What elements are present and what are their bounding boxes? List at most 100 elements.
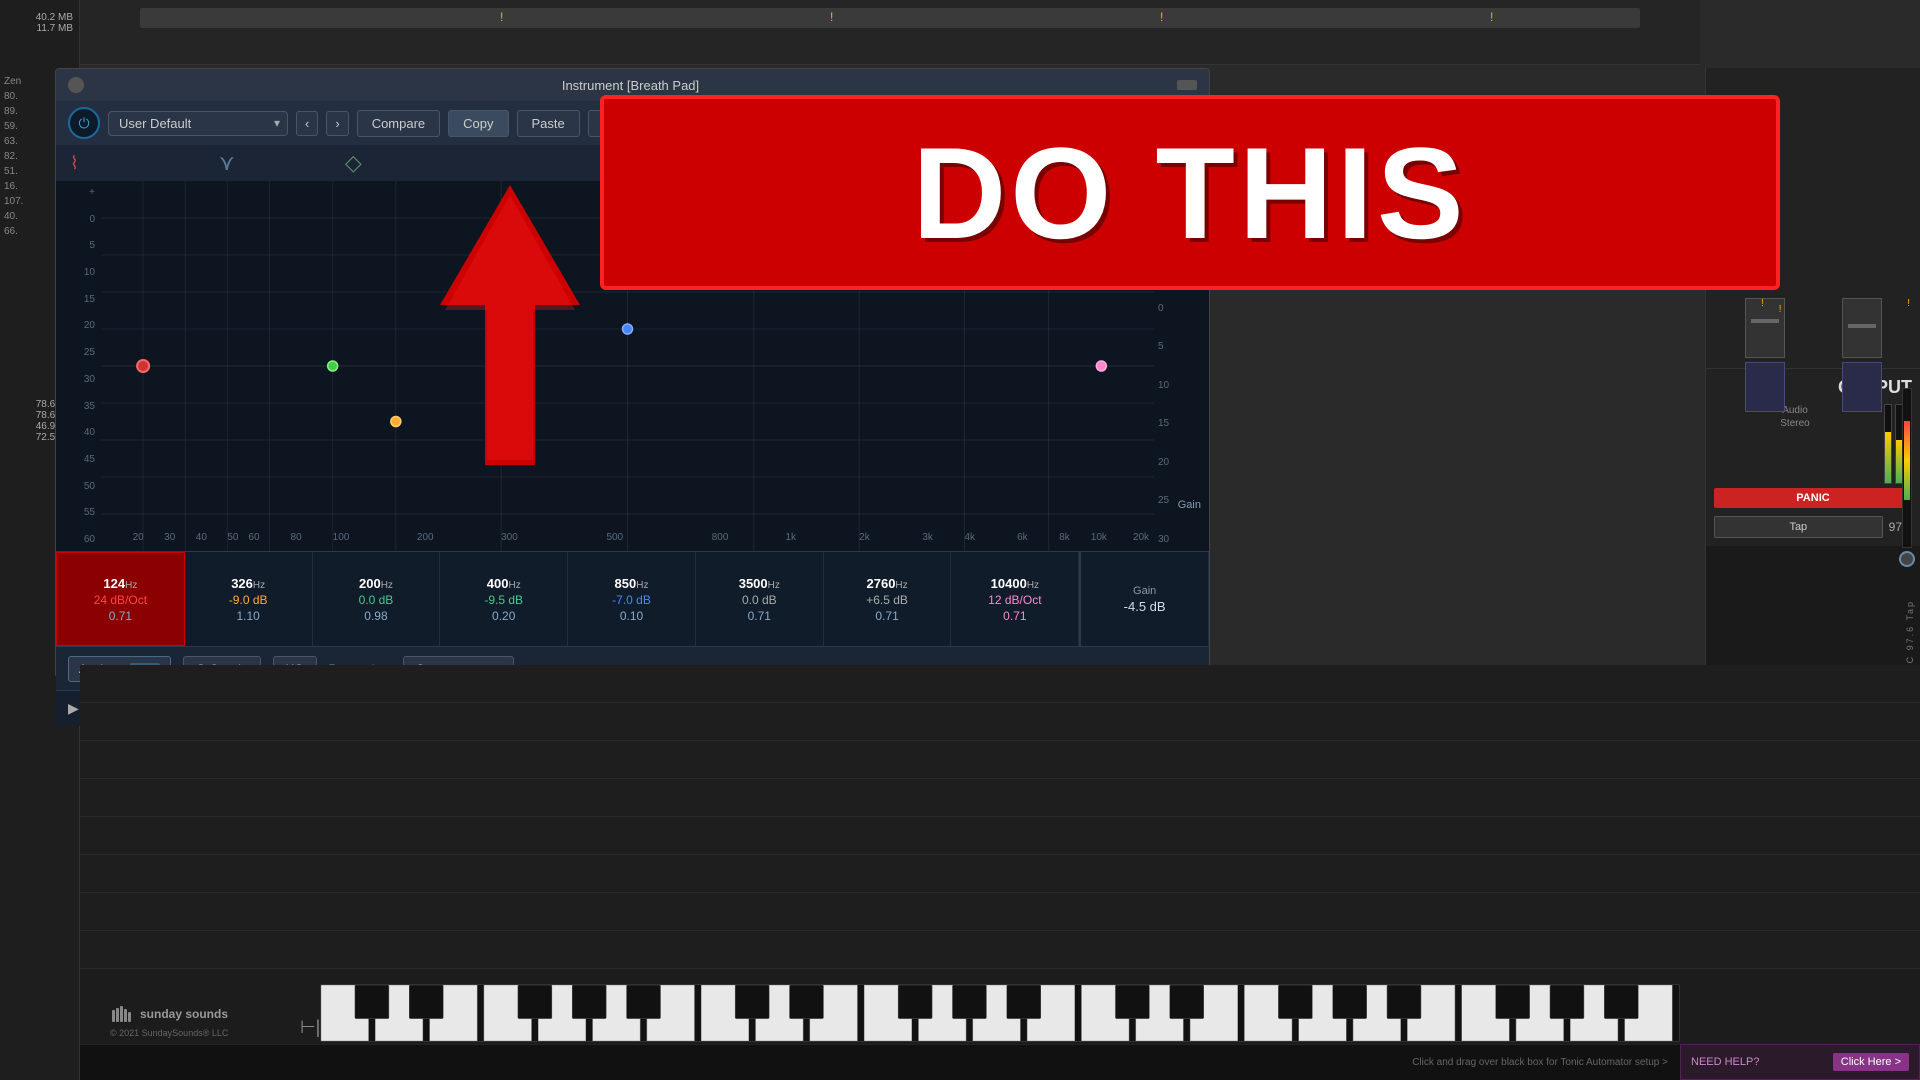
fader-purple-2[interactable] <box>1842 362 1882 412</box>
fader-purple-1[interactable] <box>1745 362 1785 412</box>
close-button[interactable] <box>68 77 84 93</box>
fader-area: ! <box>1716 298 1910 358</box>
track-strip-4 <box>80 779 1920 817</box>
copy-button[interactable]: Copy <box>448 110 508 137</box>
filter-icon-diamond[interactable]: ◇ <box>345 150 362 176</box>
band-2-q: 1.10 <box>236 609 259 623</box>
track-strip-6 <box>80 855 1920 893</box>
band-3-q: 0.98 <box>364 609 387 623</box>
vert-meter <box>1902 388 1912 548</box>
exclamation-right-1: ! <box>1761 298 1764 309</box>
band-6-freq: 3500Hz <box>739 576 780 591</box>
filter-icon-peak1[interactable]: ⋎ <box>219 150 235 176</box>
band-4-freq: 400Hz <box>487 576 521 591</box>
red-arrow <box>440 185 580 465</box>
band-1-q: 0.71 <box>109 609 132 623</box>
track-strip-1 <box>80 665 1920 703</box>
db-label-0: 0 <box>56 214 101 225</box>
power-button[interactable]: ⏻ <box>68 107 100 139</box>
tonic-automator-hint: Click and drag over black box for Tonic … <box>1412 1057 1668 1068</box>
db-label-40: 40 <box>56 427 101 438</box>
tap-button[interactable]: Tap <box>1714 516 1883 538</box>
band-6-db: 0.0 dB <box>742 593 777 607</box>
memory-value-1: 40.2 MB <box>0 12 79 23</box>
minimize-button[interactable] <box>1177 80 1197 90</box>
svg-text:500: 500 <box>606 532 623 543</box>
db-label-60: 60 <box>56 534 101 545</box>
window-title: Instrument [Breath Pad] <box>84 78 1177 93</box>
back-button[interactable]: ‹ <box>296 111 318 136</box>
fader-1[interactable]: ! <box>1745 298 1785 358</box>
do-this-text: DO THIS <box>912 118 1467 268</box>
gain-label-title: Gain <box>1133 585 1156 597</box>
band-5-freq: 850Hz <box>615 576 649 591</box>
svg-text:60: 60 <box>248 532 260 543</box>
band-col-3[interactable]: 200Hz 0.0 dB 0.98 <box>313 552 441 646</box>
exclamation-fader-1: ! <box>1779 304 1782 315</box>
svg-text:50: 50 <box>227 532 239 543</box>
memory-value-2: 11.7 MB <box>0 23 79 34</box>
brand-logo-row: sunday sounds <box>110 1002 228 1026</box>
click-here-button[interactable]: Click Here > <box>1833 1053 1909 1071</box>
band-4-db: -9.5 dB <box>484 593 523 607</box>
fader-handle-2 <box>1848 324 1876 328</box>
output-controls: AudioStereo <box>1714 404 1912 484</box>
track-bar: ! ! ! ! <box>140 8 1640 28</box>
play-button[interactable]: ▶ <box>68 700 79 717</box>
tap-row: Tap 97.6 <box>1714 516 1912 538</box>
band-4-q: 0.20 <box>492 609 515 623</box>
band-1-db: 24 dB/Oct <box>94 593 147 607</box>
band-col-5[interactable]: 850Hz -7.0 dB 0.10 <box>568 552 696 646</box>
track-strip-7 <box>80 893 1920 931</box>
copyright: © 2021 SundaySounds® LLC <box>110 1028 228 1038</box>
band-8-q: 0.71 <box>1003 609 1026 623</box>
track-area: ! ! ! ! <box>80 0 1700 65</box>
meter-left-fill <box>1885 432 1891 483</box>
vert-knob[interactable] <box>1899 551 1915 567</box>
compare-button[interactable]: Compare <box>357 110 440 137</box>
need-help-bar: NEED HELP? Click Here > <box>1680 1044 1920 1080</box>
meter-left <box>1884 404 1892 484</box>
band-col-1[interactable]: 124Hz 24 dB/Oct 0.71 <box>56 552 185 646</box>
db-label-35: 35 <box>56 401 101 412</box>
exclamation-2: ! <box>830 10 833 24</box>
svg-text:200: 200 <box>417 532 434 543</box>
branding-area: sunday sounds © 2021 SundaySounds® LLC <box>110 1002 228 1038</box>
fader-2[interactable] <box>1842 298 1882 358</box>
db-label-55: 55 <box>56 507 101 518</box>
preset-wrapper: User Default <box>108 111 288 136</box>
svg-text:2k: 2k <box>859 532 871 543</box>
track-strip-3 <box>80 741 1920 779</box>
do-this-overlay: DO THIS <box>600 95 1780 290</box>
band-col-4[interactable]: 400Hz -9.5 dB 0.20 <box>440 552 568 646</box>
db-label-50: 50 <box>56 481 101 492</box>
band-7-freq: 2760Hz <box>867 576 908 591</box>
svg-text:40: 40 <box>196 532 208 543</box>
band-7-db: +6.5 dB <box>866 593 908 607</box>
forward-button[interactable]: › <box>326 111 348 136</box>
brand-name: sunday sounds <box>140 1007 228 1021</box>
gain-col: Gain -4.5 dB <box>1079 552 1209 646</box>
filter-icon-highpass[interactable]: ⌇ <box>70 153 79 174</box>
panic-button[interactable]: PANIC <box>1714 488 1912 508</box>
svg-text:300: 300 <box>501 532 518 543</box>
band-col-2[interactable]: 326Hz -9.0 dB 1.10 <box>185 552 313 646</box>
svg-text:800: 800 <box>712 532 729 543</box>
db-labels: + 0 5 10 15 20 25 30 35 40 45 50 55 60 <box>56 181 101 551</box>
band-col-8[interactable]: 10400Hz 12 dB/Oct 0.71 <box>951 552 1079 646</box>
midi-symbol: ⊢| <box>300 1017 320 1038</box>
svg-text:20k: 20k <box>1133 532 1150 543</box>
bottom-bar: Click and drag over black box for Tonic … <box>80 1044 1680 1080</box>
preset-dropdown[interactable]: User Default <box>108 111 288 136</box>
svg-text:6k: 6k <box>1017 532 1029 543</box>
track-strip-5 <box>80 817 1920 855</box>
svg-text:100: 100 <box>333 532 350 543</box>
paste-button[interactable]: Paste <box>517 110 580 137</box>
svg-text:8k: 8k <box>1059 532 1071 543</box>
brand-logo-icon <box>110 1002 134 1026</box>
svg-text:80: 80 <box>291 532 303 543</box>
band-col-7[interactable]: 2760Hz +6.5 dB 0.71 <box>824 552 952 646</box>
band-params: 124Hz 24 dB/Oct 0.71 326Hz -9.0 dB 1.10 … <box>56 551 1209 646</box>
piano-keyboard <box>320 984 1680 1042</box>
band-col-6[interactable]: 3500Hz 0.0 dB 0.71 <box>696 552 824 646</box>
